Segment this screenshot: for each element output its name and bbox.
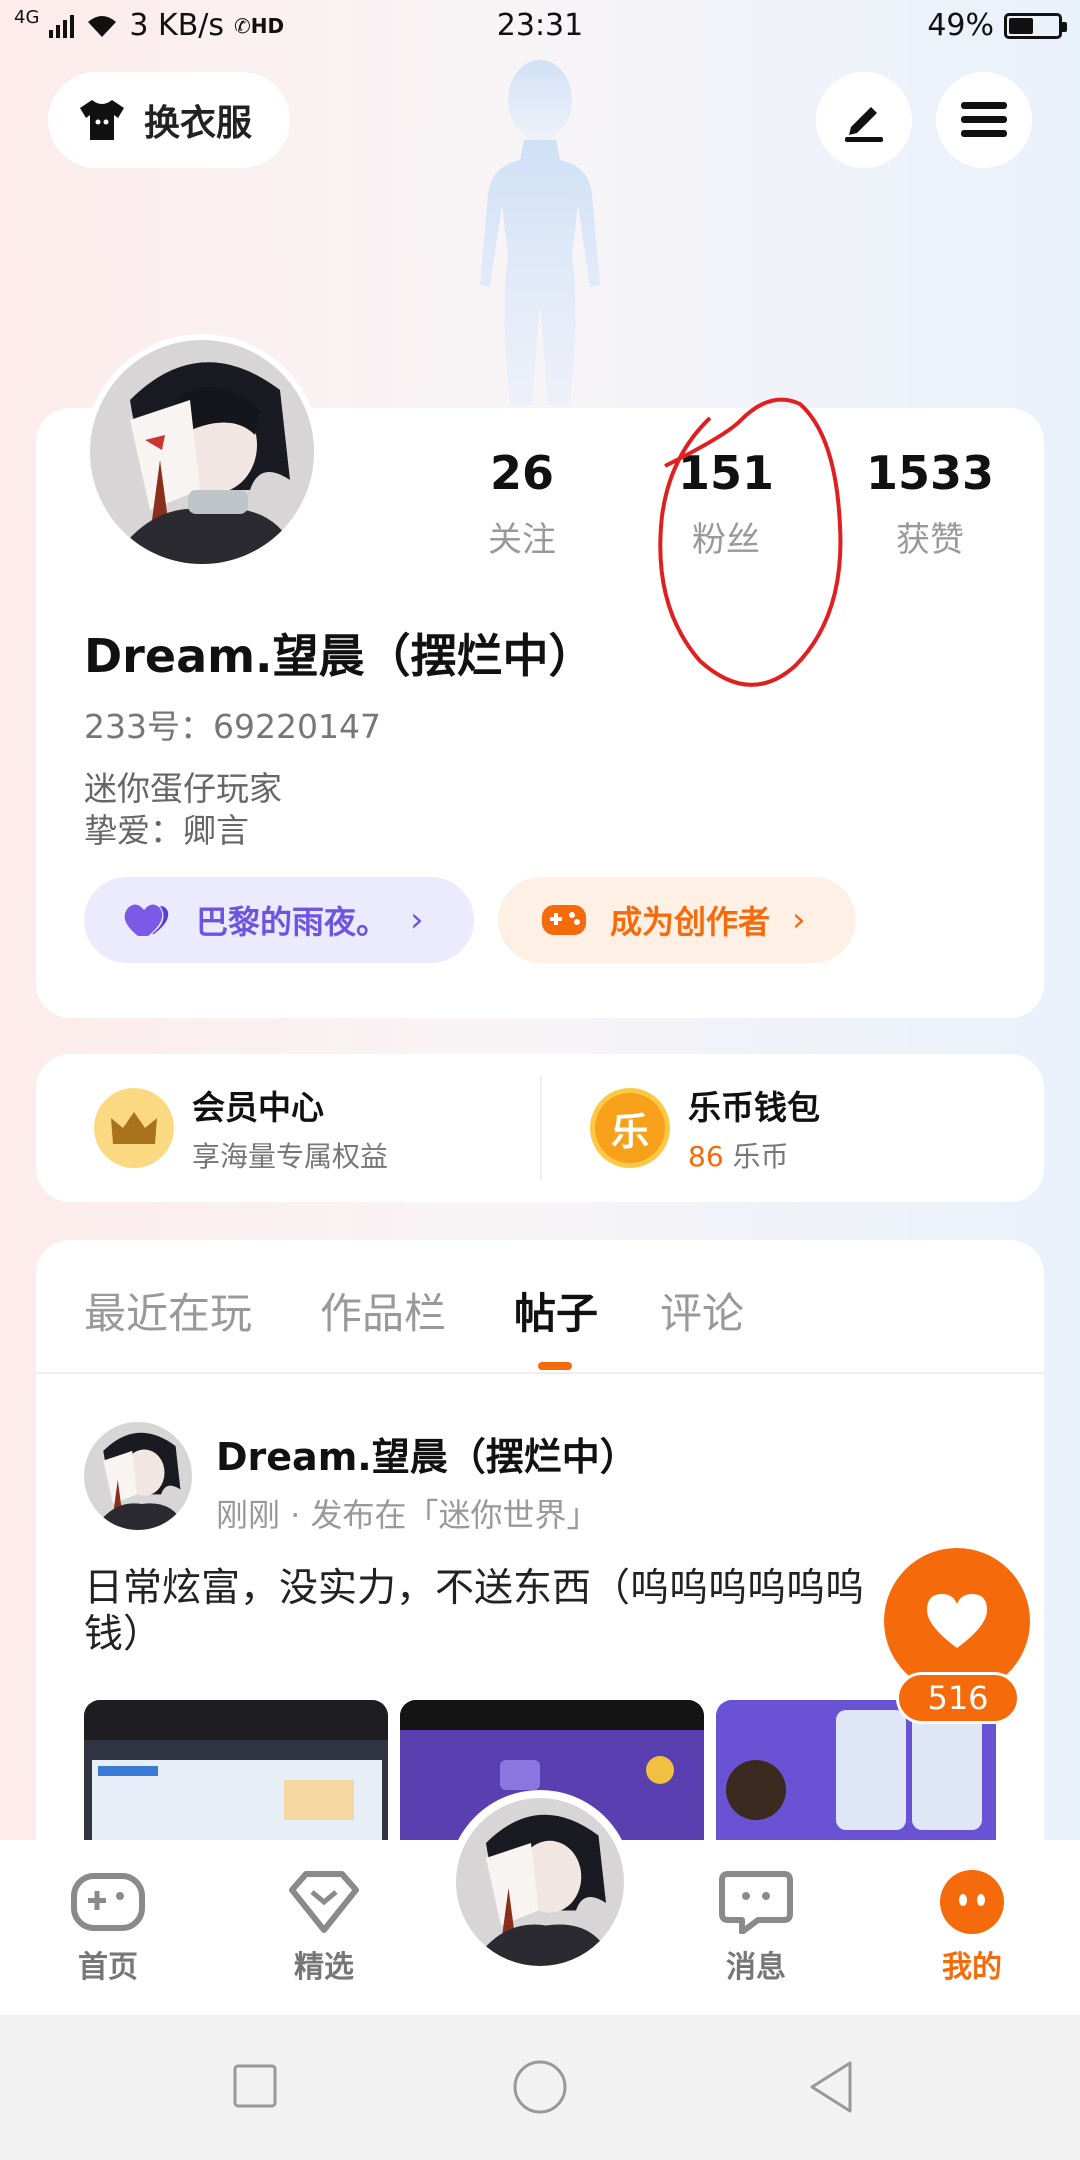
nav-label: 我的	[942, 1950, 1002, 1985]
system-nav-bar	[0, 2015, 1080, 2160]
chat-icon	[719, 1871, 793, 1935]
back-icon[interactable]	[806, 2059, 856, 2115]
bio-line: 挚爱：卿言	[84, 811, 249, 850]
heart-icon	[927, 1594, 987, 1648]
love-partner-label: 巴黎的雨夜。	[196, 903, 389, 941]
love-partner-button[interactable]: 巴黎的雨夜。 ›	[84, 877, 474, 963]
wallet-amount: 86	[688, 1140, 724, 1173]
nav-label: 消息	[726, 1950, 786, 1985]
vip-center-button[interactable]: 会员中心 享海量专属权益	[94, 1054, 388, 1202]
pen-icon	[845, 107, 883, 142]
avatar-image	[456, 1798, 624, 1966]
status-time: 23:31	[496, 8, 584, 43]
stat-value: 26	[489, 446, 554, 500]
tab-works[interactable]: 作品栏	[320, 1280, 446, 1341]
stat-label: 关注	[488, 520, 556, 560]
wallet-unit: 乐币	[732, 1140, 789, 1173]
become-creator-button[interactable]: 成为创作者 ›	[498, 877, 856, 963]
hamburger-menu-icon	[961, 102, 1007, 137]
tab-posts[interactable]: 帖子	[514, 1280, 598, 1341]
crown-icon	[94, 1088, 174, 1168]
nav-messages[interactable]: 消息	[686, 1870, 826, 1986]
red-circle-annotation	[658, 397, 843, 687]
stat-label: 获赞	[896, 520, 964, 560]
coin-icon: 乐	[590, 1088, 670, 1168]
nav-label: 精选	[294, 1950, 354, 1985]
edit-button[interactable]	[816, 72, 912, 168]
double-heart-icon	[124, 904, 169, 936]
recent-apps-icon[interactable]	[232, 2063, 278, 2109]
wallet-balance: 86 乐币	[688, 1135, 820, 1175]
post-meta: 刚刚 · 发布在「迷你世界」	[216, 1496, 599, 1534]
tshirt-icon	[80, 100, 124, 140]
stat-following[interactable]: 26 关注	[422, 446, 622, 561]
avatar-image	[90, 340, 314, 564]
bio-line: 迷你蛋仔玩家	[84, 769, 282, 808]
stat-value: 1533	[865, 446, 995, 500]
member-card: 会员中心 享海量专属权益 乐 乐币钱包 86 乐币	[36, 1054, 1044, 1202]
nav-center-avatar[interactable]	[448, 1790, 632, 1974]
chevron-right-icon: ›	[792, 900, 806, 940]
divider	[540, 1076, 542, 1180]
chevron-right-icon: ›	[410, 900, 424, 940]
tabs-divider	[36, 1372, 1044, 1374]
stat-likes[interactable]: 1533 获赞	[830, 446, 1030, 561]
avatar[interactable]	[84, 334, 320, 570]
tab-indicator	[538, 1362, 572, 1370]
status-right: 49%	[927, 8, 1067, 43]
gamepad-icon	[542, 905, 586, 935]
wallet-title: 乐币钱包	[688, 1088, 820, 1127]
vip-subtitle: 享海量专属权益	[192, 1140, 389, 1173]
menu-button[interactable]	[936, 72, 1032, 168]
status-bar: 4G 3 KB/s ✆HD 23:31 49%	[0, 0, 1080, 56]
user-id: 233号：69220147	[84, 707, 381, 746]
post-image[interactable]	[84, 1700, 388, 1840]
user-bio: 迷你蛋仔玩家 挚爱：卿言	[84, 768, 282, 852]
avatar-hologram	[480, 60, 600, 405]
battery-percent: 49%	[927, 8, 994, 43]
post-author-avatar[interactable]	[84, 1422, 192, 1530]
nav-home[interactable]: 首页	[38, 1870, 178, 1986]
nav-label: 首页	[78, 1950, 138, 1985]
diamond-icon	[289, 1871, 359, 1933]
nav-featured[interactable]: 精选	[254, 1870, 394, 1986]
gamepad-icon	[71, 1873, 145, 1931]
vip-title: 会员中心	[192, 1088, 324, 1127]
profile-face-icon	[940, 1870, 1004, 1934]
like-count: 516	[896, 1672, 1020, 1724]
wallet-button[interactable]: 乐 乐币钱包 86 乐币	[590, 1054, 820, 1202]
tab-comments[interactable]: 评论	[660, 1280, 744, 1341]
change-outfit-label: 换衣服	[144, 103, 253, 144]
username: Dream.望晨（摆烂中）	[84, 629, 595, 683]
post-text[interactable]: 日常炫富，没实力，不送东西（呜呜呜呜呜呜 钱）	[84, 1566, 924, 1658]
post-author-name[interactable]: Dream.望晨（摆烂中）	[216, 1426, 638, 1481]
change-outfit-button[interactable]: 换衣服	[48, 72, 290, 168]
tab-recent[interactable]: 最近在玩	[84, 1280, 252, 1341]
become-creator-label: 成为创作者	[610, 903, 771, 941]
nav-me[interactable]: 我的	[902, 1870, 1042, 1986]
battery-icon	[1004, 12, 1067, 39]
home-icon[interactable]	[512, 2059, 568, 2115]
